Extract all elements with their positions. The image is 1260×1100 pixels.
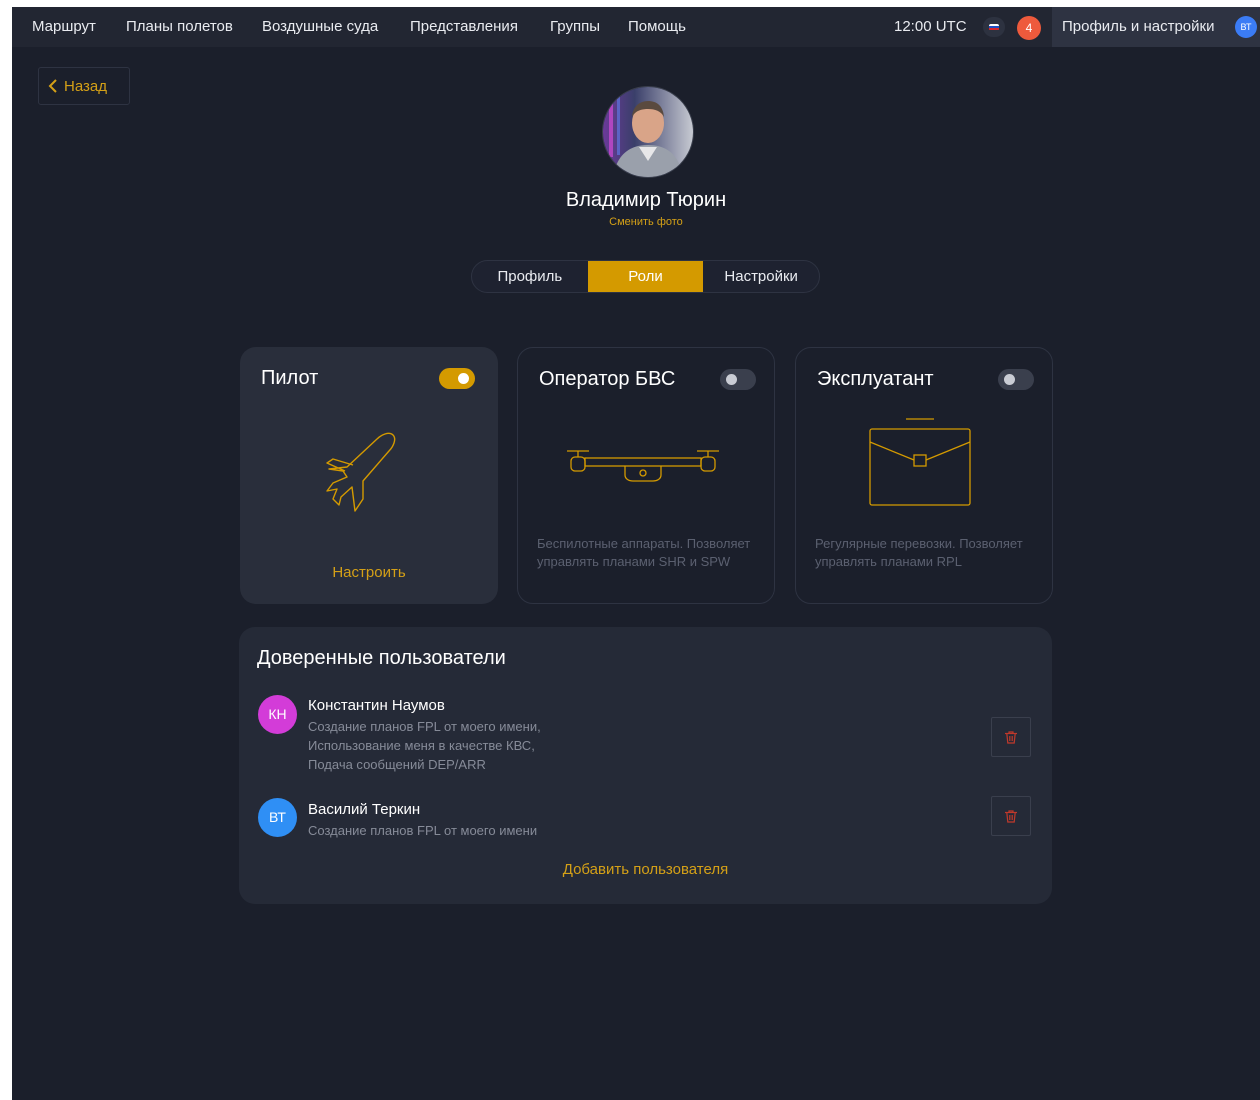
trusted-user-permissions: Создание планов FPL от моего имени (308, 823, 538, 838)
nav-item-flight-plans[interactable]: Планы полетов (126, 7, 233, 47)
airplane-icon (326, 432, 396, 512)
language-flag-icon[interactable] (983, 17, 1005, 37)
tab-roles[interactable]: Роли (587, 261, 704, 292)
nav-item-groups[interactable]: Группы (550, 7, 600, 47)
drone-icon (567, 450, 719, 482)
nav-item-aircraft[interactable]: Воздушные суда (262, 7, 378, 47)
top-navigation: Маршрут Планы полетов Воздушные суда Пре… (12, 7, 1260, 47)
role-card-operator: Эксплуатант Регулярные перевозки. Позвол… (795, 347, 1053, 604)
nav-item-views[interactable]: Представления (410, 7, 518, 47)
role-description-drone-operator: Беспилотные аппараты. Позволяет управлят… (537, 536, 751, 569)
tab-settings[interactable]: Настройки (703, 261, 819, 292)
app-window: Маршрут Планы полетов Воздушные суда Пре… (12, 7, 1260, 1100)
role-toggle-pilot[interactable] (439, 368, 475, 389)
chevron-left-icon (48, 79, 57, 93)
configure-pilot-link[interactable]: Настроить (240, 564, 498, 581)
briefcase-icon (869, 418, 971, 506)
nav-item-route[interactable]: Маршрут (32, 7, 96, 47)
nav-item-help[interactable]: Помощь (628, 7, 686, 47)
role-toggle-drone-operator[interactable] (720, 369, 756, 390)
trusted-user-name: Константин Наумов (308, 697, 445, 714)
change-photo-link[interactable]: Сменить фото (12, 216, 1260, 228)
role-card-drone-operator: Оператор БВС Беспилотные аппараты. Позво… (517, 347, 775, 604)
role-title-operator: Эксплуатант (817, 368, 934, 390)
utc-clock: 12:00 UTC (894, 18, 967, 35)
tab-profile[interactable]: Профиль (472, 261, 588, 292)
back-button[interactable]: Назад (38, 67, 130, 105)
role-description-operator: Регулярные перевозки. Позволяет управлят… (815, 536, 1023, 569)
notifications-badge[interactable]: 4 (1017, 16, 1041, 40)
profile-settings-tab[interactable]: Профиль и настройки ВТ (1052, 7, 1260, 47)
avatar: ВТ (1235, 16, 1257, 38)
delete-user-button[interactable] (991, 796, 1031, 836)
role-toggle-operator[interactable] (998, 369, 1034, 390)
role-card-pilot: Пилот Настроить (240, 347, 498, 604)
trusted-user-name: Василий Теркин (308, 801, 421, 818)
avatar: ВТ (258, 798, 297, 837)
role-title-pilot: Пилот (261, 367, 319, 389)
trusted-users-title: Доверенные пользователи (257, 647, 506, 669)
trash-icon (1005, 730, 1017, 744)
profile-photo (602, 86, 694, 178)
back-label: Назад (64, 77, 107, 95)
add-user-button[interactable]: Добавить пользователя (239, 861, 1052, 878)
trusted-user-permissions: Создание планов FPL от моего имени, Испо… (308, 719, 541, 772)
delete-user-button[interactable] (991, 717, 1031, 757)
avatar: КН (258, 695, 297, 734)
profile-settings-label: Профиль и настройки (1062, 18, 1215, 35)
trash-icon (1005, 809, 1017, 823)
profile-name: Владимир Тюрин (565, 189, 727, 211)
role-title-drone-operator: Оператор БВС (539, 368, 676, 390)
profile-tabs: Профиль Роли Настройки (471, 260, 820, 293)
trusted-users-panel: Доверенные пользователи КН Константин На… (239, 627, 1052, 904)
